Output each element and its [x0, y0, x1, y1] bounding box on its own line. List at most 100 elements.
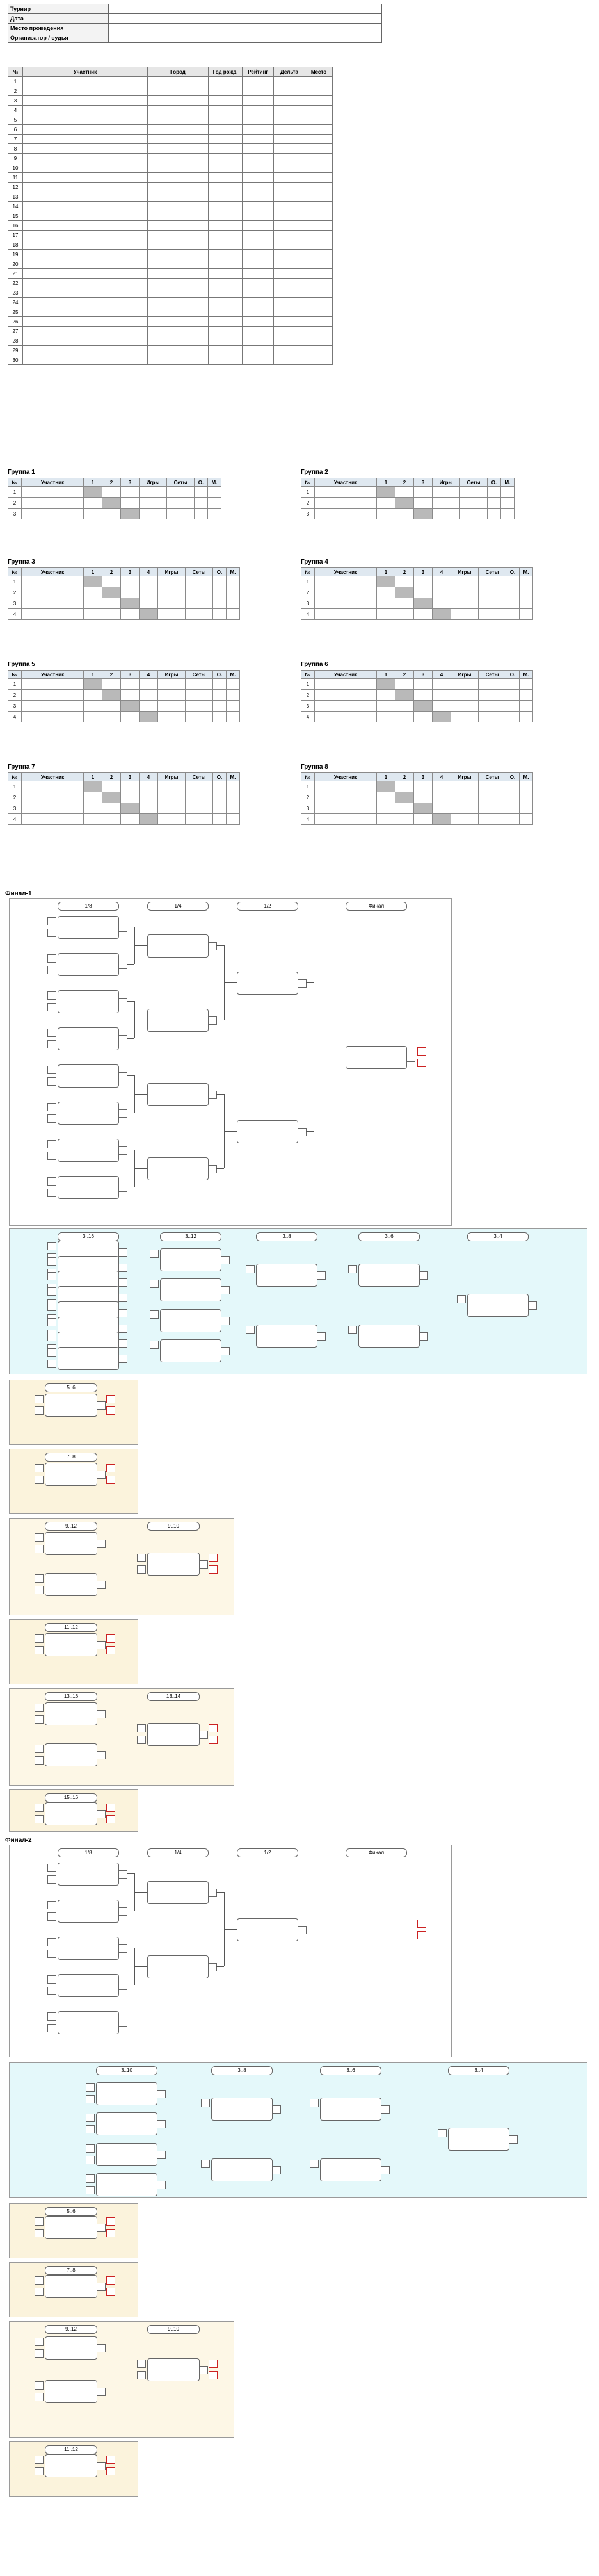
group-place-cell	[226, 608, 240, 620]
group-score-cell	[395, 700, 414, 712]
match-number	[118, 1907, 127, 1916]
group-header: 1	[376, 772, 395, 781]
group-diagonal-cell	[139, 608, 158, 620]
group-row-number: 1	[8, 678, 22, 690]
group-games-cell	[432, 508, 460, 519]
round-header: 3..4	[448, 2066, 509, 2075]
group-score-cell	[395, 678, 414, 690]
participant-place	[305, 355, 333, 365]
group-header: 3	[413, 670, 433, 679]
participant-rating	[242, 172, 274, 183]
participant-row: 27	[8, 326, 333, 336]
participant-row: 11	[8, 172, 333, 183]
match-number	[97, 1581, 106, 1589]
match-box	[45, 1394, 106, 1417]
round-header: 3..8	[211, 2066, 273, 2075]
seed-number	[35, 2381, 44, 2390]
group-header: 3	[413, 567, 433, 576]
seed-number	[209, 1565, 218, 1574]
group-header: М.	[500, 478, 515, 487]
group-row-number: 3	[301, 803, 315, 814]
seed-number	[106, 1464, 115, 1472]
participant-name	[22, 163, 148, 173]
seed-number	[47, 1987, 56, 1995]
participant-year	[208, 201, 243, 211]
seed-number	[47, 1950, 56, 1958]
participant-row: 2	[8, 86, 333, 96]
seed-number	[150, 1341, 159, 1349]
seed-number	[47, 1287, 56, 1296]
seed-number	[35, 1395, 44, 1403]
seed-number	[47, 917, 56, 925]
participant-delta	[273, 143, 305, 154]
info-row: Дата	[8, 13, 382, 24]
match-number	[208, 1963, 217, 1971]
seed-number	[209, 1736, 218, 1744]
participant-n: 27	[8, 326, 23, 336]
match-number	[221, 1286, 230, 1295]
group-row-number: 2	[8, 792, 22, 803]
participant-delta	[273, 278, 305, 288]
match-box	[58, 1937, 127, 1960]
group-score-cell	[120, 486, 140, 498]
participant-year	[208, 249, 243, 259]
group-header: М.	[519, 567, 533, 576]
match-box	[96, 2142, 166, 2166]
round-header: 1/8	[58, 1848, 119, 1857]
bracket-line	[134, 1094, 147, 1095]
group-header: №	[301, 567, 315, 576]
seed-number	[137, 1724, 146, 1732]
group-points-cell	[212, 587, 227, 598]
group-points-cell	[212, 792, 227, 803]
group-header: М.	[207, 478, 221, 487]
participant-city	[147, 95, 209, 106]
participant-year	[208, 355, 243, 365]
group-header: М.	[226, 567, 240, 576]
round-header: 7..8	[45, 1453, 97, 1462]
match-number	[419, 1332, 428, 1341]
participant-city	[147, 316, 209, 327]
match-number	[157, 2120, 166, 2129]
group-header: М.	[226, 772, 240, 781]
group-diagonal-cell	[395, 792, 414, 803]
participant-year	[208, 220, 243, 231]
group-sets-cell	[478, 781, 506, 792]
seed-number	[47, 1901, 56, 1909]
group-header-row: № Участник 1 2 3 Игры Сеты О. М.	[301, 478, 515, 487]
participant-n: 25	[8, 307, 23, 317]
group-row: 4	[8, 711, 240, 722]
participant-delta	[273, 95, 305, 106]
participant-place	[305, 345, 333, 355]
group-score-cell	[120, 792, 140, 803]
participant-row: 13	[8, 192, 333, 202]
participant-rating	[242, 278, 274, 288]
seed-number	[47, 1272, 56, 1281]
match-box	[147, 1955, 217, 1978]
group-games-cell	[157, 587, 186, 598]
participant-year	[208, 307, 243, 317]
group-row: 2	[8, 689, 240, 701]
participant-delta	[273, 172, 305, 183]
group-header: Участник	[314, 567, 377, 576]
group-player-name	[21, 813, 84, 825]
final1-title: Финал-1	[5, 890, 32, 897]
participant-year	[208, 115, 243, 125]
match-number	[221, 1255, 230, 1264]
bracket-line	[224, 1929, 237, 1930]
group-header: Игры	[451, 772, 479, 781]
group-score-cell	[432, 803, 451, 814]
match-box	[45, 2336, 106, 2360]
group-points-cell	[194, 497, 208, 509]
round-header: 11..12	[45, 1623, 97, 1632]
seed-number	[137, 2360, 146, 2368]
group-score-cell	[102, 608, 121, 620]
group-header: Сеты	[185, 567, 213, 576]
seed-number	[35, 2467, 44, 2475]
group-row: 1	[8, 576, 240, 587]
match-box	[256, 1324, 326, 1348]
participant-delta	[273, 153, 305, 163]
participant-n: 28	[8, 336, 23, 346]
participant-name	[22, 336, 148, 346]
group-score-cell	[120, 587, 140, 598]
group-player-name	[314, 608, 377, 620]
